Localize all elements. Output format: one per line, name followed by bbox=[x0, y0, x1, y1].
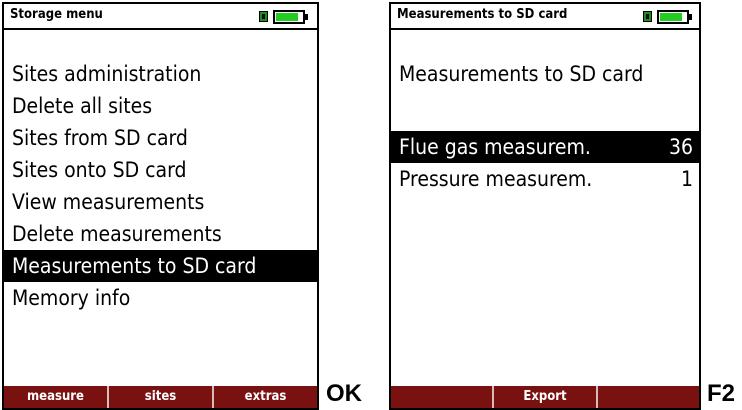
power-plug-icon bbox=[643, 11, 652, 22]
battery-icon bbox=[259, 10, 309, 24]
menu-item-delete-measurements[interactable]: Delete measurements bbox=[4, 218, 317, 250]
softkey-measure[interactable]: measure bbox=[4, 386, 107, 408]
ok-key-label: OK bbox=[326, 380, 362, 407]
storage-menu-list: Sites administration Delete all sites Si… bbox=[4, 58, 317, 314]
title-bar: Measurements to SD card bbox=[391, 4, 699, 30]
menu-item-memory-info[interactable]: Memory info bbox=[4, 282, 317, 314]
row-flue-gas-measurements[interactable]: Flue gas measurem. 36 bbox=[391, 131, 699, 163]
menu-item-delete-all-sites[interactable]: Delete all sites bbox=[4, 90, 317, 122]
title-bar: Storage menu bbox=[4, 4, 317, 30]
row-count: 36 bbox=[668, 135, 693, 159]
f2-key-label: F2 bbox=[707, 380, 736, 407]
measurement-type-list: Flue gas measurem. 36 Pressure measurem.… bbox=[391, 131, 699, 195]
power-plug-icon bbox=[259, 11, 268, 22]
row-count: 1 bbox=[680, 167, 693, 191]
menu-item-sites-administration[interactable]: Sites administration bbox=[4, 58, 317, 90]
battery-level-fill bbox=[276, 13, 299, 21]
softkey-bar: measure sites extras bbox=[4, 386, 317, 408]
menu-item-measurements-to-sd-card[interactable]: Measurements to SD card bbox=[4, 250, 317, 282]
screen-title: Measurements to SD card bbox=[397, 7, 568, 22]
menu-item-sites-from-sd-card[interactable]: Sites from SD card bbox=[4, 122, 317, 154]
battery-level-fill bbox=[660, 13, 683, 21]
row-label: Flue gas measurem. bbox=[399, 135, 591, 159]
softkey-export[interactable]: Export bbox=[492, 386, 595, 408]
device-screen-storage-menu: Storage menu Sites administration Delete… bbox=[2, 2, 319, 410]
menu-item-sites-onto-sd-card[interactable]: Sites onto SD card bbox=[4, 154, 317, 186]
screen-heading: Measurements to SD card bbox=[399, 62, 644, 86]
row-pressure-measurements[interactable]: Pressure measurem. 1 bbox=[391, 163, 699, 195]
row-label: Pressure measurem. bbox=[399, 167, 593, 191]
device-screen-measurements-to-sd: Measurements to SD card Measurements to … bbox=[389, 2, 701, 410]
softkey-left-empty[interactable] bbox=[391, 386, 492, 408]
softkey-right-empty[interactable] bbox=[595, 386, 699, 408]
softkey-bar: Export bbox=[391, 386, 699, 408]
battery-icon bbox=[643, 10, 693, 24]
softkey-extras[interactable]: extras bbox=[212, 386, 317, 408]
softkey-sites[interactable]: sites bbox=[107, 386, 212, 408]
screen-title: Storage menu bbox=[10, 7, 103, 22]
menu-item-view-measurements[interactable]: View measurements bbox=[4, 186, 317, 218]
